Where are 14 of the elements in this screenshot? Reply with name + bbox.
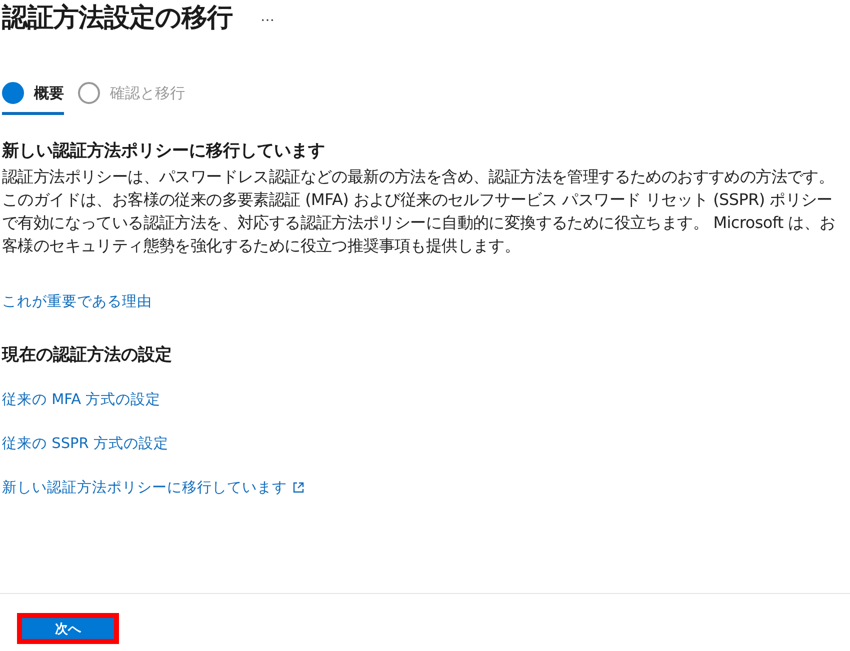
settings-link[interactable]: 従来の SSPR 方式の設定: [2, 434, 168, 453]
step-circle-icon: [2, 82, 24, 104]
more-button[interactable]: …: [260, 9, 274, 25]
why-link[interactable]: これが重要である理由: [2, 292, 152, 311]
settings-link[interactable]: 新しい認証方法ポリシーに移行しています: [2, 478, 287, 497]
description-text: 認証方法ポリシーは、パスワードレス認証などの最新の方法を含め、認証方法を管理するためのおすすめの方法です。このガイドは、お客様の従来の多要素認証 (MFA) および従来のセルフサービス パスワード リセット (SSPR) ポリシーで有効になっている認証方法を、対応する認証方法ポリシーに自動的に変換するために役立ちます。 Microsoft は、お客様のセキュリティ態勢を強化するために役立つ推奨事項も提供します。: [2, 166, 836, 257]
settings-link[interactable]: 従来の MFA 方式の設定: [2, 390, 161, 409]
next-button[interactable]: 次へ: [22, 618, 114, 639]
page-title: 認証方法設定の移行: [2, 2, 232, 34]
step-tab[interactable]: 確認と移行: [78, 80, 185, 115]
step-tab[interactable]: 概要: [2, 80, 64, 115]
section-heading: 新しい認証方法ポリシーに移行しています: [2, 140, 326, 162]
step-circle-icon: [78, 82, 100, 104]
section-heading: 現在の認証方法の設定: [2, 344, 173, 366]
